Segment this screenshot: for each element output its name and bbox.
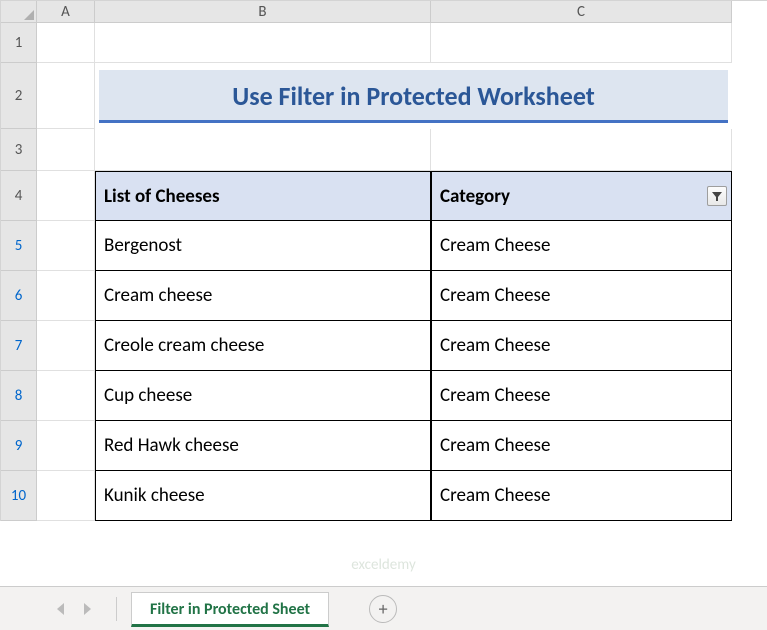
title-merged-cell[interactable]: Use Filter in Protected Worksheet [95, 63, 732, 129]
sheet-tab-bar: Filter in Protected Sheet + [0, 586, 767, 630]
tab-label: Filter in Protected Sheet [150, 600, 310, 619]
col-header-B[interactable]: B [95, 1, 431, 23]
header-label-b: List of Cheeses [104, 185, 220, 208]
cell-A7[interactable] [37, 321, 95, 371]
cell-A1[interactable] [37, 23, 95, 63]
filter-button-category[interactable] [707, 186, 727, 206]
cell-value: Creole cream cheese [104, 334, 264, 357]
row-header-6[interactable]: 6 [1, 271, 37, 321]
row-header-4[interactable]: 4 [1, 171, 37, 221]
table-header-cheeses[interactable]: List of Cheeses [95, 171, 431, 221]
header-label-c: Category [440, 185, 510, 208]
filter-active-icon [711, 190, 723, 202]
spreadsheet-grid: A B C 1 2 Use Filter in Protected Worksh… [0, 0, 767, 521]
cell-A8[interactable] [37, 371, 95, 421]
table-row[interactable]: Cream Cheese [431, 371, 732, 421]
cell-A2[interactable] [37, 63, 95, 129]
table-row[interactable]: Cream Cheese [431, 321, 732, 371]
row-header-8[interactable]: 8 [1, 371, 37, 421]
cell-A6[interactable] [37, 271, 95, 321]
cell-A3[interactable] [37, 129, 95, 171]
page-title: Use Filter in Protected Worksheet [99, 70, 728, 123]
new-sheet-button[interactable]: + [369, 595, 397, 623]
plus-icon: + [379, 598, 388, 620]
cell-value: Cream Cheese [440, 434, 550, 457]
cell-A10[interactable] [37, 471, 95, 521]
cell-A4[interactable] [37, 171, 95, 221]
row-header-10[interactable]: 10 [1, 471, 37, 521]
select-all-corner[interactable] [1, 1, 37, 23]
chevron-right-icon [82, 603, 92, 615]
tab-nav-next[interactable] [76, 598, 98, 620]
tab-separator [116, 597, 117, 621]
watermark: exceldemy [351, 556, 415, 574]
select-all-triangle-icon [24, 10, 34, 20]
cell-value: Cream cheese [104, 284, 212, 307]
row-header-3[interactable]: 3 [1, 129, 37, 171]
cell-value: Cream Cheese [440, 284, 550, 307]
cell-value: Cup cheese [104, 384, 192, 407]
col-header-A[interactable]: A [37, 1, 95, 23]
table-row[interactable]: Cream Cheese [431, 421, 732, 471]
cell-value: Cream Cheese [440, 384, 550, 407]
cell-value: Bergenost [104, 234, 182, 257]
cell-value: Cream Cheese [440, 484, 550, 507]
table-row[interactable]: Bergenost [95, 221, 431, 271]
cell-C1[interactable] [431, 23, 732, 63]
row-header-5[interactable]: 5 [1, 221, 37, 271]
table-row[interactable]: Cream Cheese [431, 271, 732, 321]
row-header-9[interactable]: 9 [1, 421, 37, 471]
table-row[interactable]: Cream cheese [95, 271, 431, 321]
tab-nav-prev[interactable] [50, 598, 72, 620]
table-row[interactable]: Cream Cheese [431, 221, 732, 271]
cell-value: Kunik cheese [104, 484, 205, 507]
chevron-left-icon [56, 603, 66, 615]
cell-A9[interactable] [37, 421, 95, 471]
cell-value: Cream Cheese [440, 234, 550, 257]
table-row[interactable]: Kunik cheese [95, 471, 431, 521]
cell-B1[interactable] [95, 23, 431, 63]
cell-A5[interactable] [37, 221, 95, 271]
table-header-category[interactable]: Category [431, 171, 732, 221]
cell-value: Red Hawk cheese [104, 434, 239, 457]
cell-C3[interactable] [431, 129, 732, 171]
tab-active[interactable]: Filter in Protected Sheet [131, 592, 329, 627]
cell-value: Cream Cheese [440, 334, 550, 357]
table-row[interactable]: Red Hawk cheese [95, 421, 431, 471]
table-row[interactable]: Creole cream cheese [95, 321, 431, 371]
table-row[interactable]: Cup cheese [95, 371, 431, 421]
row-header-1[interactable]: 1 [1, 23, 37, 63]
table-row[interactable]: Cream Cheese [431, 471, 732, 521]
row-header-7[interactable]: 7 [1, 321, 37, 371]
row-header-2[interactable]: 2 [1, 63, 37, 129]
col-header-C[interactable]: C [431, 1, 732, 23]
cell-B3[interactable] [95, 129, 431, 171]
